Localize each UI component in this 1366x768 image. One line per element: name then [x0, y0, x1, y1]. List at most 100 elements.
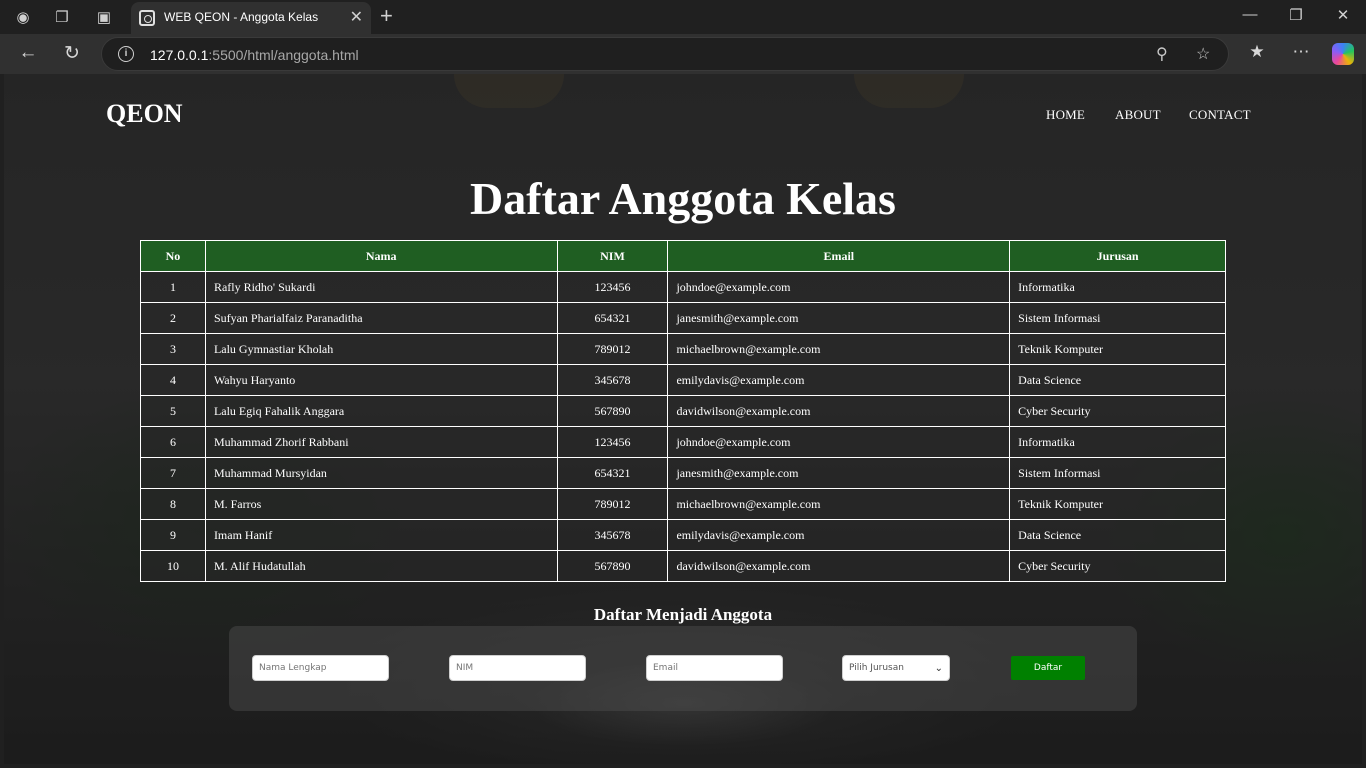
cell-nim: 123456 — [556, 426, 669, 458]
cell-nama: Imam Hanif — [204, 519, 558, 551]
cell-jurusan: Data Science — [1009, 364, 1226, 396]
nav-contact[interactable]: CONTACT — [1189, 107, 1251, 123]
cell-no: 3 — [140, 333, 206, 365]
cell-nim: 123456 — [556, 271, 669, 303]
table-row: 3 Lalu Gymnastiar Kholah 789012 michaelb… — [140, 333, 1226, 365]
table-row: 7 Muhammad Mursyidan 654321 janesmith@ex… — [140, 457, 1226, 489]
favorite-star-icon[interactable]: ☆ — [1196, 44, 1210, 64]
table-row: 5 Lalu Egiq Fahalik Anggara 567890 david… — [140, 395, 1226, 427]
chevron-down-icon: ⌄ — [934, 662, 943, 674]
cell-nim: 567890 — [556, 550, 669, 582]
cell-email: johndoe@example.com — [667, 271, 1011, 303]
cell-jurusan: Informatika — [1009, 271, 1226, 303]
column-header-email: Email — [667, 240, 1011, 272]
cell-no: 10 — [140, 550, 206, 582]
column-header-no: No — [140, 240, 206, 272]
cell-no: 7 — [140, 457, 206, 489]
cell-jurusan: Sistem Informasi — [1009, 302, 1226, 334]
column-header-nama: Nama — [204, 240, 558, 272]
cell-jurusan: Cyber Security — [1009, 550, 1226, 582]
cell-nama: Muhammad Zhorif Rabbani — [204, 426, 558, 458]
column-header-nim: NIM — [556, 240, 669, 272]
cell-nim: 789012 — [556, 333, 669, 365]
table-row: 9 Imam Hanif 345678 emilydavis@example.c… — [140, 519, 1226, 551]
new-tab-icon[interactable]: + — [380, 3, 393, 29]
browser-tab-bar: ◉ ❐ ▣ WEB QEON - Anggota Kelas ✕ + — ❐ ✕ — [0, 0, 1366, 34]
cell-nim: 345678 — [556, 364, 669, 396]
minimize-icon[interactable]: — — [1240, 6, 1260, 23]
url-text[interactable]: 127.0.0.1:5500/html/anggota.html — [150, 47, 359, 63]
table-row: 4 Wahyu Haryanto 345678 emilydavis@examp… — [140, 364, 1226, 396]
jurusan-select-value: Pilih Jurusan — [849, 663, 904, 673]
profile-icon[interactable]: ◉ — [10, 5, 36, 29]
cell-nama: Rafly Ridho' Sukardi — [204, 271, 558, 303]
cell-jurusan: Sistem Informasi — [1009, 457, 1226, 489]
cell-nama: M. Farros — [204, 488, 558, 520]
more-menu-icon[interactable]: ⋯ — [1289, 42, 1313, 62]
url-path: :5500/html/anggota.html — [208, 47, 359, 63]
cell-jurusan: Cyber Security — [1009, 395, 1226, 427]
cell-email: davidwilson@example.com — [667, 395, 1011, 427]
jurusan-select[interactable]: Pilih Jurusan ⌄ — [842, 655, 950, 681]
submit-button[interactable]: Daftar — [1011, 656, 1085, 680]
site-logo[interactable]: QEON — [106, 99, 183, 129]
cell-email: michaelbrown@example.com — [667, 488, 1011, 520]
zoom-icon[interactable]: ⚲ — [1156, 44, 1168, 64]
table-row: 10 M. Alif Hudatullah 567890 davidwilson… — [140, 550, 1226, 582]
cell-no: 1 — [140, 271, 206, 303]
cell-jurusan: Data Science — [1009, 519, 1226, 551]
browser-tab[interactable]: WEB QEON - Anggota Kelas ✕ — [131, 2, 371, 34]
page-viewport: QEON HOME ABOUT CONTACT Daftar Anggota K… — [4, 74, 1362, 764]
back-icon[interactable]: ← — [15, 42, 41, 64]
favorites-icon[interactable]: ★ — [1245, 42, 1269, 62]
cell-email: janesmith@example.com — [667, 302, 1011, 334]
cell-no: 8 — [140, 488, 206, 520]
cell-no: 4 — [140, 364, 206, 396]
cell-no: 6 — [140, 426, 206, 458]
cell-nama: Lalu Egiq Fahalik Anggara — [204, 395, 558, 427]
site-info-icon[interactable]: i — [118, 46, 134, 62]
cell-email: davidwilson@example.com — [667, 550, 1011, 582]
close-window-icon[interactable]: ✕ — [1333, 6, 1353, 24]
cell-nim: 654321 — [556, 457, 669, 489]
close-tab-icon[interactable]: ✕ — [350, 7, 363, 27]
cell-nama: M. Alif Hudatullah — [204, 550, 558, 582]
column-header-jurusan: Jurusan — [1009, 240, 1226, 272]
tab-actions-icon[interactable]: ▣ — [91, 5, 117, 29]
cell-email: emilydavis@example.com — [667, 364, 1011, 396]
cell-no: 9 — [140, 519, 206, 551]
table-row: 1 Rafly Ridho' Sukardi 123456 johndoe@ex… — [140, 271, 1226, 303]
cell-jurusan: Teknik Komputer — [1009, 488, 1226, 520]
table-row: 6 Muhammad Zhorif Rabbani 123456 johndoe… — [140, 426, 1226, 458]
cell-nama: Lalu Gymnastiar Kholah — [204, 333, 558, 365]
members-table: No Nama NIM Email Jurusan 1 Rafly Ridho'… — [140, 240, 1226, 582]
nav-about[interactable]: ABOUT — [1115, 107, 1161, 123]
refresh-icon[interactable]: ↻ — [59, 42, 85, 65]
address-bar[interactable]: i 127.0.0.1:5500/html/anggota.html ⚲ ☆ — [101, 37, 1229, 71]
form-title: Daftar Menjadi Anggota — [593, 605, 773, 624]
cell-jurusan: Teknik Komputer — [1009, 333, 1226, 365]
cell-email: janesmith@example.com — [667, 457, 1011, 489]
nav-home[interactable]: HOME — [1046, 107, 1085, 123]
copilot-icon[interactable] — [1332, 43, 1354, 65]
nim-input[interactable] — [449, 655, 586, 681]
cell-jurusan: Informatika — [1009, 426, 1226, 458]
cell-email: johndoe@example.com — [667, 426, 1011, 458]
registration-form: Pilih Jurusan ⌄ Daftar — [229, 626, 1137, 711]
workspaces-icon[interactable]: ❐ — [49, 5, 75, 29]
url-host: 127.0.0.1 — [150, 47, 209, 63]
cell-nama: Wahyu Haryanto — [204, 364, 558, 396]
cell-no: 5 — [140, 395, 206, 427]
cell-nim: 654321 — [556, 302, 669, 334]
restore-icon[interactable]: ❐ — [1286, 6, 1306, 24]
cell-email: emilydavis@example.com — [667, 519, 1011, 551]
tab-title: WEB QEON - Anggota Kelas — [164, 10, 319, 24]
cell-no: 2 — [140, 302, 206, 334]
cell-nim: 789012 — [556, 488, 669, 520]
table-header-row: No Nama NIM Email Jurusan — [140, 240, 1226, 272]
email-input[interactable] — [646, 655, 783, 681]
table-row: 8 M. Farros 789012 michaelbrown@example.… — [140, 488, 1226, 520]
name-input[interactable] — [252, 655, 389, 681]
table-row: 2 Sufyan Pharialfaiz Paranaditha 654321 … — [140, 302, 1226, 334]
cell-nim: 567890 — [556, 395, 669, 427]
